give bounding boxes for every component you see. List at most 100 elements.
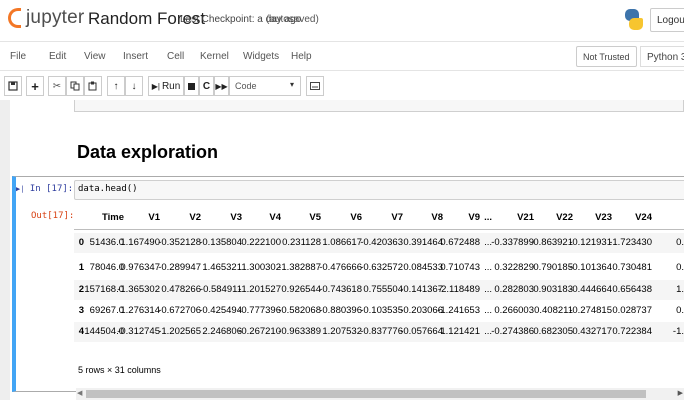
table-cell: -0.103535 xyxy=(360,305,403,316)
table-cell: -0.880396 xyxy=(319,305,362,316)
move-up-button[interactable]: ↑ xyxy=(107,76,125,96)
table-header-cell: V5 xyxy=(309,212,321,223)
table-cell: 0.028737 xyxy=(612,305,652,316)
table-cell: 1.276314 xyxy=(120,305,160,316)
toolbar: + ✂ ↑ ↓ ▶| Run C ▶▶ Code ▾ xyxy=(0,73,684,99)
table-cell: 1.207532 xyxy=(322,326,362,337)
dataframe-shape: 5 rows × 31 columns xyxy=(78,365,161,375)
table-cell: -0.632572 xyxy=(360,262,403,273)
table-cell: 0.231128 xyxy=(282,237,321,248)
table-cell: -0.141367 xyxy=(400,284,443,295)
menu-kernel[interactable]: Kernel xyxy=(200,51,229,62)
horizontal-scrollbar[interactable]: ◀ ▶ xyxy=(76,388,684,400)
row-index: 2 xyxy=(78,284,84,295)
table-cell: -1.241653 xyxy=(437,305,480,316)
code-input-area[interactable] xyxy=(74,180,684,200)
table-cell: ... xyxy=(484,262,492,273)
keyboard-icon xyxy=(310,82,320,90)
menu-widgets[interactable]: Widgets xyxy=(243,51,279,62)
menu-file[interactable]: File xyxy=(10,51,26,62)
kernel-indicator[interactable]: Python 3 xyxy=(640,46,684,67)
table-cell: 1.086617 xyxy=(322,237,362,248)
table-cell: 0.084533 xyxy=(403,262,443,273)
table-cell: 0.790185 xyxy=(533,262,573,273)
row-index: 0 xyxy=(78,237,84,248)
table-cell: 0.672488 xyxy=(440,237,480,248)
paste-icon xyxy=(88,81,97,91)
table-cell: 78046.0 xyxy=(89,262,124,273)
logout-button[interactable]: Logout xyxy=(650,8,684,32)
table-header-cell: V1 xyxy=(148,212,160,223)
menu-insert[interactable]: Insert xyxy=(123,51,148,62)
python-logo-icon xyxy=(623,9,643,31)
scroll-left-icon[interactable]: ◀ xyxy=(77,389,82,397)
save-button[interactable] xyxy=(4,76,22,96)
menu-help[interactable]: Help xyxy=(291,51,312,62)
table-cell: -0.135804 xyxy=(199,237,242,248)
table-cell: 1.121421 xyxy=(440,326,480,337)
table-cell: 0.722384 xyxy=(612,326,652,337)
run-button[interactable]: ▶| Run xyxy=(148,76,184,96)
run-cell-icon[interactable]: ▶| xyxy=(16,185,24,193)
notebook-header: jupyter Random Forest Last Checkpoint: a… xyxy=(0,0,684,40)
table-cell: -0.476666 xyxy=(319,262,362,273)
table-cell: -1. xyxy=(672,326,684,337)
caret-down-icon: ▾ xyxy=(289,80,294,89)
table-cell: -0.352128 xyxy=(158,237,201,248)
jupyter-logo[interactable]: jupyter xyxy=(8,7,84,29)
previous-cell-edge[interactable] xyxy=(74,100,684,112)
move-down-button[interactable]: ↓ xyxy=(125,76,143,96)
table-cell: -0.743618 xyxy=(319,284,362,295)
table-cell: 1.465321 xyxy=(202,262,242,273)
restart-run-all-button[interactable]: ▶▶ xyxy=(214,76,229,96)
scrollbar-thumb[interactable] xyxy=(86,390,646,398)
menu-view[interactable]: View xyxy=(84,51,106,62)
code-input-text[interactable]: data.head() xyxy=(78,184,138,194)
copy-button[interactable] xyxy=(66,76,84,96)
jupyter-logo-text: jupyter xyxy=(26,7,85,28)
insert-cell-button[interactable]: + xyxy=(26,76,44,96)
table-cell: 0.282803 xyxy=(494,284,534,295)
table-cell: 1. xyxy=(676,284,684,295)
cell-type-select[interactable]: Code ▾ xyxy=(229,76,301,96)
table-cell: -0.777396 xyxy=(238,305,281,316)
autosave-status: (autosaved) xyxy=(266,14,319,25)
row-index: 4 xyxy=(78,326,84,337)
table-cell: 0.682305 xyxy=(533,326,573,337)
table-cell: -1.201527 xyxy=(238,284,281,295)
table-cell: -0.672706 xyxy=(158,305,201,316)
scissors-icon: ✂ xyxy=(52,80,62,92)
table-cell: -1.382887 xyxy=(278,262,321,273)
table-cell: 0.408211 xyxy=(534,305,573,316)
paste-button[interactable] xyxy=(84,76,102,96)
jupyter-logo-icon xyxy=(8,8,21,28)
table-cell: 0.222100 xyxy=(241,237,281,248)
table-cell: -0.057664 xyxy=(400,326,443,337)
table-cell: 0.755504 xyxy=(363,284,403,295)
cell-type-value: Code xyxy=(235,81,257,91)
run-label: Run xyxy=(161,80,181,92)
cut-button[interactable]: ✂ xyxy=(48,76,66,96)
table-cell: 51436.0 xyxy=(89,237,124,248)
table-cell: ... xyxy=(484,284,492,295)
table-cell: -0.267210 xyxy=(238,326,281,337)
restart-button[interactable]: C xyxy=(199,76,214,96)
table-cell: -0.337899 xyxy=(491,237,534,248)
table-cell: 0. xyxy=(676,305,684,316)
table-cell: -0.121931 xyxy=(569,237,612,248)
menu-cell[interactable]: Cell xyxy=(167,51,184,62)
table-cell: -0.289947 xyxy=(158,262,201,273)
table-cell: -0.963389 xyxy=(278,326,321,337)
output-prompt: Out[17]: xyxy=(31,211,75,221)
table-cell: -0.425494 xyxy=(199,305,242,316)
table-cell: -0.274815 xyxy=(569,305,612,316)
table-cell: 0.478266 xyxy=(161,284,201,295)
menu-edit[interactable]: Edit xyxy=(49,51,66,62)
interrupt-button[interactable] xyxy=(184,76,199,96)
stop-icon xyxy=(188,82,195,90)
table-cell: -0.312745 xyxy=(117,326,160,337)
command-palette-button[interactable] xyxy=(306,76,324,96)
table-cell: 0.432717 xyxy=(572,326,612,337)
trust-status-button[interactable]: Not Trusted xyxy=(576,46,637,67)
scroll-right-icon[interactable]: ▶ xyxy=(678,389,683,397)
